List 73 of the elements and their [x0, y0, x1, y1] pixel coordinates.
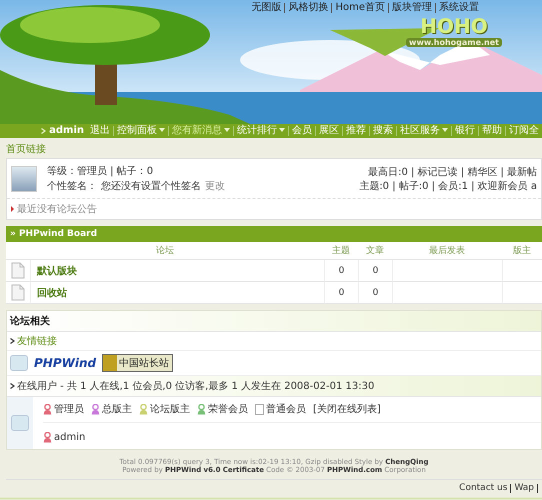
top-link[interactable]: 系统设置	[435, 3, 482, 13]
chevron-icon	[10, 338, 15, 344]
nav-link[interactable]: 订阅全	[505, 126, 542, 136]
user-icon	[197, 404, 206, 414]
nav-link[interactable]: 控制面板	[113, 126, 168, 136]
user-icon	[43, 432, 52, 443]
forum-stats: 主题:0 | 帖子:0 | 会员:1 | 欢迎新会员 a	[359, 180, 537, 192]
table-cell: 0	[324, 260, 358, 282]
table-cell	[502, 260, 542, 282]
user-icon	[139, 404, 148, 414]
avatar-placeholder	[11, 166, 37, 192]
user-info: 等级：管理员 | 帖子：0	[47, 164, 154, 178]
caret-icon	[279, 128, 285, 132]
legend-label: 荣誉会员	[208, 402, 248, 416]
nav-link[interactable]: 银行	[451, 126, 478, 136]
document-icon	[11, 284, 25, 301]
nav-link[interactable]: 帮助	[478, 126, 505, 136]
section-title: 论坛相关	[7, 311, 541, 332]
top-link[interactable]: 风格切换	[284, 3, 332, 13]
logo-url: www.hohogame.net	[406, 38, 502, 47]
nav-link[interactable]: 会员	[288, 126, 315, 136]
blank-square-icon	[255, 404, 264, 414]
nav-link[interactable]: 您有新消息	[168, 126, 233, 136]
caret-icon	[224, 128, 230, 132]
table-cell: 0	[358, 260, 392, 282]
breadcrumb-link[interactable]: 首页链接	[6, 138, 542, 158]
chevron-icon	[41, 128, 46, 134]
table-cell: 0	[358, 282, 392, 304]
column-header: 版主	[502, 242, 542, 260]
online-summary: 在线用户 - 共 1 人在线,1 位会员,0 位访客,最多 1 人发生在 2008-02-01 13:30	[17, 380, 374, 393]
subsection-title: 友情链接	[17, 334, 57, 348]
user-icon	[91, 404, 100, 414]
top-link[interactable]: 无图版	[248, 3, 284, 13]
column-header: 主题	[324, 242, 358, 260]
table-cell	[502, 282, 542, 304]
online-user-link[interactable]: admin	[54, 432, 86, 443]
column-header: 论坛	[6, 242, 324, 260]
legend-label: 论坛版主	[150, 402, 190, 416]
column-header: 最后发表	[392, 242, 502, 260]
close-list-link[interactable]: [关闭在线列表]	[313, 402, 381, 416]
legend-label: 普通会员	[266, 402, 306, 416]
user-icon	[43, 404, 52, 414]
bullet-icon	[11, 206, 14, 212]
nav-link[interactable]: 退出	[87, 126, 113, 136]
signature-text: 您还没有设置个性签名	[101, 180, 201, 193]
logo-title: HOHO	[420, 14, 488, 38]
partner-logo[interactable]: PHPWind	[32, 356, 98, 370]
forum-stats: 最高日:0 | 标记已读 | 精华区 | 最新帖	[368, 166, 537, 178]
forum-link[interactable]: 默认版块	[31, 264, 77, 278]
board-title: » PHPwind Board	[6, 226, 542, 242]
nav-link[interactable]: 统计排行	[233, 126, 288, 136]
column-header: 文章	[358, 242, 392, 260]
footer-link[interactable]: Contact us	[456, 484, 510, 493]
chevron-icon	[10, 383, 15, 389]
caret-icon	[442, 128, 448, 132]
caret-icon	[159, 128, 165, 132]
legend-label: 总版主	[102, 402, 132, 416]
partner-logo[interactable]: 中国站长站	[102, 354, 174, 372]
edit-link[interactable]: 更改	[205, 179, 225, 193]
document-icon	[11, 262, 25, 279]
nav-link[interactable]: 社区服务	[396, 126, 451, 136]
announcement-text: 最近没有论坛公告	[17, 202, 97, 216]
nav-link[interactable]: 推荐	[342, 126, 369, 136]
nav-link[interactable]: 展区	[315, 126, 342, 136]
nav-link[interactable]: admin	[46, 126, 87, 136]
top-link[interactable]: 版块管理	[388, 3, 435, 13]
table-cell: 0	[324, 282, 358, 304]
signature-label: 个性签名：	[47, 180, 97, 193]
nav-link[interactable]: 搜索	[369, 126, 396, 136]
legend-label: 管理员	[54, 403, 84, 416]
top-link[interactable]: Home首页	[331, 3, 388, 13]
forum-link[interactable]: 回收站	[31, 286, 67, 300]
footer-link[interactable]: Wap	[510, 484, 538, 493]
